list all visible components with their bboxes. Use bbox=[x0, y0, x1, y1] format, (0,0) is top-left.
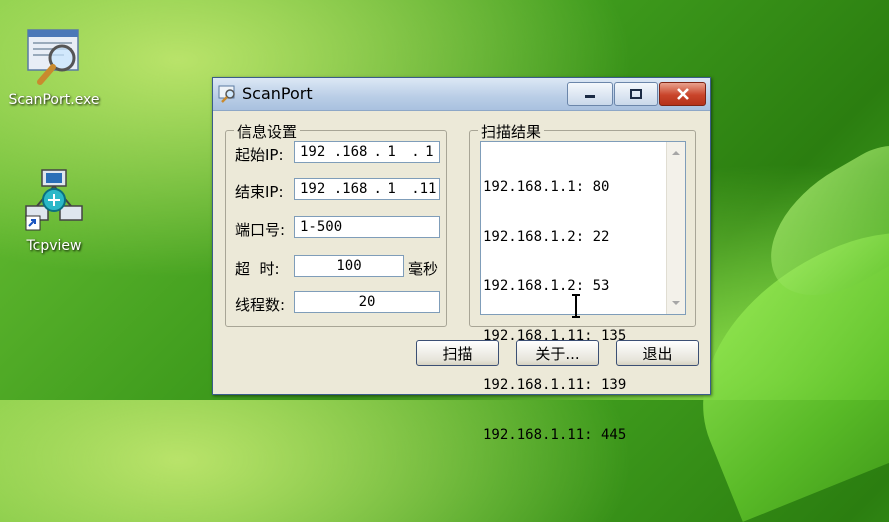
ip-octet: .168 bbox=[333, 144, 368, 160]
timeout-input[interactable]: 100 bbox=[294, 255, 404, 277]
exit-button[interactable]: 退出 bbox=[616, 340, 699, 366]
ip-octet: 1 bbox=[387, 144, 396, 160]
start-ip-label: 起始IP: bbox=[235, 146, 284, 164]
desktop-icon-tcpview[interactable]: Tcpview bbox=[4, 168, 104, 254]
timeout-label: 超 时: bbox=[235, 260, 280, 278]
scan-results-legend: 扫描结果 bbox=[478, 121, 545, 142]
scanport-window: ScanPort 信息设置 起始IP: 192 .168 . 1 . 1 结束I… bbox=[212, 77, 711, 443]
start-ip-input[interactable]: 192 .168 . 1 . 1 bbox=[294, 141, 440, 163]
threads-input[interactable]: 20 bbox=[294, 291, 440, 313]
threads-label: 线程数: bbox=[235, 296, 286, 314]
window-title: ScanPort bbox=[242, 84, 313, 103]
scroll-up-arrow-icon[interactable] bbox=[667, 144, 685, 162]
minimize-button[interactable] bbox=[567, 82, 613, 106]
scroll-down-arrow-icon[interactable] bbox=[667, 294, 685, 312]
ip-separator: . bbox=[411, 144, 420, 160]
end-ip-input[interactable]: 192 .168 . 1 .11 bbox=[294, 178, 440, 200]
text-cursor-icon bbox=[572, 294, 580, 318]
ip-octet: 192 bbox=[300, 181, 326, 197]
timeout-unit-label: 毫秒 bbox=[408, 260, 439, 278]
info-settings-legend: 信息设置 bbox=[234, 121, 301, 142]
desktop-icon-label: Tcpview bbox=[26, 238, 82, 254]
vertical-scrollbar[interactable] bbox=[666, 142, 685, 314]
ip-octet: .168 bbox=[333, 181, 368, 197]
scan-button[interactable]: 扫描 bbox=[416, 340, 499, 366]
ip-octet: 192 bbox=[300, 144, 326, 160]
result-line: 192.168.1.2: 53 bbox=[483, 278, 610, 294]
desktop-icon-label: ScanPort.exe bbox=[8, 92, 100, 108]
ip-separator: . bbox=[373, 181, 382, 197]
title-bar[interactable]: ScanPort bbox=[213, 78, 710, 111]
desktop-icon-scanport[interactable]: ScanPort.exe bbox=[4, 26, 104, 108]
result-line: 192.168.1.2: 22 bbox=[483, 228, 610, 245]
port-label: 端口号: bbox=[235, 221, 286, 239]
tcpview-icon bbox=[25, 169, 83, 231]
ip-octet: 1 bbox=[425, 144, 434, 160]
close-button[interactable] bbox=[659, 82, 706, 106]
about-button[interactable]: 关于... bbox=[516, 340, 599, 366]
minimize-icon bbox=[585, 95, 595, 98]
result-line: 192.168.1.11: 445 bbox=[483, 426, 627, 443]
results-lines: 192.168.1.1: 80 192.168.1.2: 22 192.168.… bbox=[483, 146, 626, 476]
ip-separator: . bbox=[373, 144, 382, 160]
ip-octet: .11 bbox=[411, 181, 437, 197]
maximize-icon bbox=[630, 89, 642, 99]
result-line: 192.168.1.1: 80 bbox=[483, 179, 610, 195]
maximize-button[interactable] bbox=[614, 82, 658, 106]
scan-results-list[interactable]: 192.168.1.1: 80 192.168.1.2: 22 192.168.… bbox=[480, 141, 686, 443]
ip-octet: 1 bbox=[387, 181, 396, 197]
scanport-exe-icon bbox=[27, 29, 79, 85]
result-line: 192.168.1.11: 139 bbox=[483, 377, 627, 393]
port-range-input[interactable]: 1-500 bbox=[294, 216, 440, 238]
end-ip-label: 结束IP: bbox=[235, 183, 284, 201]
close-icon bbox=[676, 88, 689, 100]
app-icon bbox=[218, 85, 235, 103]
